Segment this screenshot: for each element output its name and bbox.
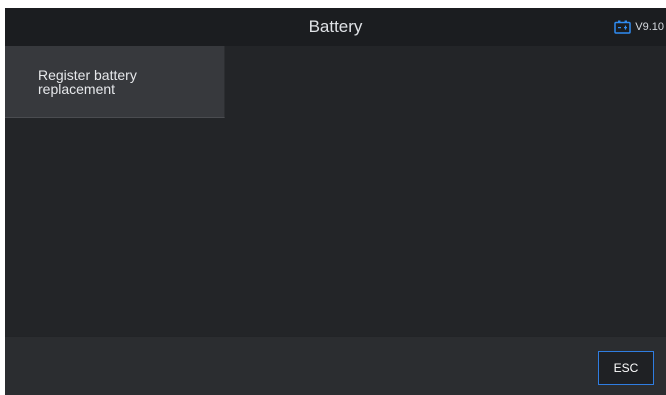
version-label: V9.10 (635, 21, 664, 33)
esc-button[interactable]: ESC (598, 351, 654, 385)
main-content: Register battery replacement (5, 46, 666, 336)
battery-icon (614, 20, 631, 34)
app-screen: Battery V9.10 Register battery replaceme… (5, 8, 666, 395)
version-indicator: V9.10 (614, 8, 664, 46)
menu-item-register-battery-replacement[interactable]: Register battery replacement (5, 46, 225, 118)
bottom-bar: ESC (5, 337, 666, 395)
page-title: Battery (308, 17, 363, 36)
menu-item-label: Register battery replacement (38, 67, 137, 97)
title-bar: Battery V9.10 (5, 8, 666, 46)
